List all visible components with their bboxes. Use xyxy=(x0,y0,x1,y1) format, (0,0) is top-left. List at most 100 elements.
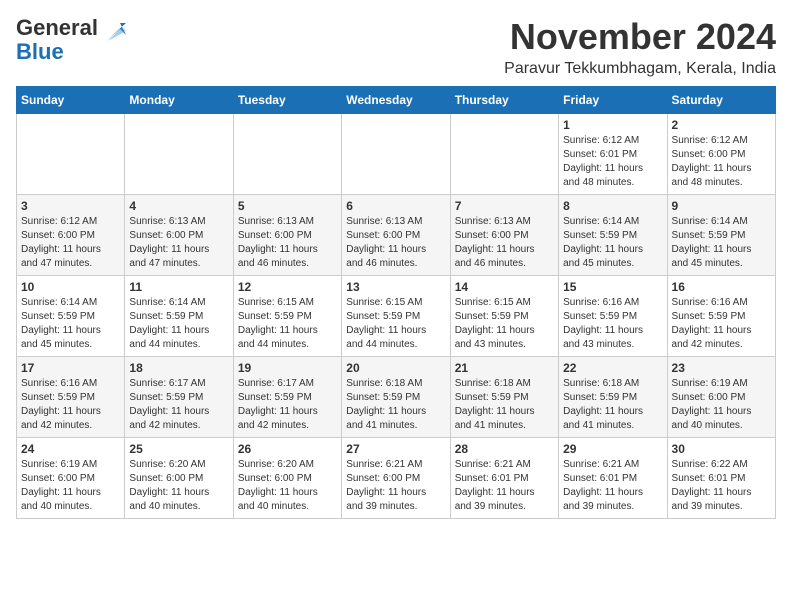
day-number: 17 xyxy=(21,361,120,375)
calendar-cell: 26Sunrise: 6:20 AM Sunset: 6:00 PM Dayli… xyxy=(233,438,341,519)
calendar-cell: 18 Sunrise: 6:17 AM Sunset: 5:59 PM Dayli… xyxy=(125,357,233,438)
day-number: 20 xyxy=(346,361,445,375)
day-number: 16 xyxy=(672,280,771,294)
day-info: Sunrise: 6:19 AM Sunset: 6:00 PM Dayligh… xyxy=(21,458,120,514)
weekday-header-friday: Friday xyxy=(559,87,667,114)
calendar-cell: 22 Sunrise: 6:18 AM Sunset: 5:59 PM Dayli… xyxy=(559,357,667,438)
day-info: Sunrise: 6:15 AM Sunset: 5:59 PM Dayligh… xyxy=(238,296,337,352)
day-info: Sunrise: 6:12 AM Sunset: 6:01 PM Dayligh… xyxy=(563,134,662,190)
day-info: Sunrise: 6:22 AM Sunset: 6:01 PM Dayligh… xyxy=(672,458,771,514)
day-info: Sunrise: 6:18 AM Sunset: 5:59 PM Dayligh… xyxy=(455,377,554,433)
calendar-cell: 15 Sunrise: 6:16 AM Sunset: 5:59 PM Dayli… xyxy=(559,276,667,357)
day-number: 13 xyxy=(346,280,445,294)
day-info: Sunrise: 6:17 AM Sunset: 5:59 PM Dayligh… xyxy=(129,377,228,433)
day-number: 30 xyxy=(672,442,771,456)
day-info: Sunrise: 6:15 AM Sunset: 5:59 PM Dayligh… xyxy=(455,296,554,352)
location-title: Paravur Tekkumbhagam, Kerala, India xyxy=(504,60,776,78)
day-info: Sunrise: 6:21 AM Sunset: 6:01 PM Dayligh… xyxy=(455,458,554,514)
day-number: 4 xyxy=(129,199,228,213)
calendar-cell: 17 Sunrise: 6:16 AM Sunset: 5:59 PM Dayli… xyxy=(17,357,125,438)
calendar-cell: 2 Sunrise: 6:12 AM Sunset: 6:00 PM Daylig… xyxy=(667,114,775,195)
day-info: Sunrise: 6:13 AM Sunset: 6:00 PM Dayligh… xyxy=(455,215,554,271)
calendar-cell: 5 Sunrise: 6:13 AM Sunset: 6:00 PM Daylig… xyxy=(233,195,341,276)
day-info: Sunrise: 6:17 AM Sunset: 5:59 PM Dayligh… xyxy=(238,377,337,433)
calendar-cell: 16Sunrise: 6:16 AM Sunset: 5:59 PM Dayli… xyxy=(667,276,775,357)
month-title: November 2024 xyxy=(504,16,776,58)
calendar-cell: 28 Sunrise: 6:21 AM Sunset: 6:01 PM Dayli… xyxy=(450,438,558,519)
calendar-cell: 8 Sunrise: 6:14 AM Sunset: 5:59 PM Daylig… xyxy=(559,195,667,276)
calendar-cell: 19 Sunrise: 6:17 AM Sunset: 5:59 PM Dayli… xyxy=(233,357,341,438)
day-number: 27 xyxy=(346,442,445,456)
day-info: Sunrise: 6:14 AM Sunset: 5:59 PM Dayligh… xyxy=(21,296,120,352)
calendar-cell: 3 Sunrise: 6:12 AM Sunset: 6:00 PM Daylig… xyxy=(17,195,125,276)
day-info: Sunrise: 6:13 AM Sunset: 6:00 PM Dayligh… xyxy=(346,215,445,271)
day-number: 10 xyxy=(21,280,120,294)
calendar-cell: 9 Sunrise: 6:14 AM Sunset: 5:59 PM Daylig… xyxy=(667,195,775,276)
day-number: 1 xyxy=(563,118,662,132)
calendar-table: SundayMondayTuesdayWednesdayThursdayFrid… xyxy=(16,86,776,519)
day-info: Sunrise: 6:18 AM Sunset: 5:59 PM Dayligh… xyxy=(346,377,445,433)
calendar-cell: 30 Sunrise: 6:22 AM Sunset: 6:01 PM Dayli… xyxy=(667,438,775,519)
day-info: Sunrise: 6:12 AM Sunset: 6:00 PM Dayligh… xyxy=(21,215,120,271)
day-number: 25 xyxy=(129,442,228,456)
weekday-header-sunday: Sunday xyxy=(17,87,125,114)
day-number: 21 xyxy=(455,361,554,375)
title-area: November 2024 Paravur Tekkumbhagam, Kera… xyxy=(504,16,776,78)
calendar-cell xyxy=(342,114,450,195)
day-info: Sunrise: 6:16 AM Sunset: 5:59 PM Dayligh… xyxy=(21,377,120,433)
day-info: Sunrise: 6:12 AM Sunset: 6:00 PM Dayligh… xyxy=(672,134,771,190)
day-info: Sunrise: 6:16 AM Sunset: 5:59 PM Dayligh… xyxy=(563,296,662,352)
day-info: Sunrise: 6:20 AM Sunset: 6:00 PM Dayligh… xyxy=(129,458,228,514)
calendar-cell: 12 Sunrise: 6:15 AM Sunset: 5:59 PM Dayli… xyxy=(233,276,341,357)
day-number: 7 xyxy=(455,199,554,213)
calendar-cell xyxy=(17,114,125,195)
calendar-cell: 11 Sunrise: 6:14 AM Sunset: 5:59 PM Dayli… xyxy=(125,276,233,357)
calendar-cell: 13 Sunrise: 6:15 AM Sunset: 5:59 PM Dayli… xyxy=(342,276,450,357)
day-number: 14 xyxy=(455,280,554,294)
weekday-header-tuesday: Tuesday xyxy=(233,87,341,114)
day-info: Sunrise: 6:15 AM Sunset: 5:59 PM Dayligh… xyxy=(346,296,445,352)
calendar-cell xyxy=(233,114,341,195)
weekday-header-wednesday: Wednesday xyxy=(342,87,450,114)
day-info: Sunrise: 6:19 AM Sunset: 6:00 PM Dayligh… xyxy=(672,377,771,433)
day-info: Sunrise: 6:14 AM Sunset: 5:59 PM Dayligh… xyxy=(672,215,771,271)
day-number: 8 xyxy=(563,199,662,213)
day-number: 2 xyxy=(672,118,771,132)
day-info: Sunrise: 6:21 AM Sunset: 6:00 PM Dayligh… xyxy=(346,458,445,514)
logo: GeneralBlue xyxy=(16,16,128,64)
day-number: 26 xyxy=(238,442,337,456)
weekday-header-thursday: Thursday xyxy=(450,87,558,114)
day-number: 9 xyxy=(672,199,771,213)
day-number: 29 xyxy=(563,442,662,456)
calendar-cell xyxy=(125,114,233,195)
day-number: 6 xyxy=(346,199,445,213)
calendar-cell: 6 Sunrise: 6:13 AM Sunset: 6:00 PM Daylig… xyxy=(342,195,450,276)
calendar-cell: 1 Sunrise: 6:12 AM Sunset: 6:01 PM Daylig… xyxy=(559,114,667,195)
day-number: 18 xyxy=(129,361,228,375)
day-info: Sunrise: 6:21 AM Sunset: 6:01 PM Dayligh… xyxy=(563,458,662,514)
day-number: 3 xyxy=(21,199,120,213)
day-info: Sunrise: 6:18 AM Sunset: 5:59 PM Dayligh… xyxy=(563,377,662,433)
calendar-cell: 20 Sunrise: 6:18 AM Sunset: 5:59 PM Dayli… xyxy=(342,357,450,438)
day-info: Sunrise: 6:14 AM Sunset: 5:59 PM Dayligh… xyxy=(129,296,228,352)
day-info: Sunrise: 6:14 AM Sunset: 5:59 PM Dayligh… xyxy=(563,215,662,271)
day-number: 11 xyxy=(129,280,228,294)
calendar-cell xyxy=(450,114,558,195)
calendar-cell: 29 Sunrise: 6:21 AM Sunset: 6:01 PM Dayli… xyxy=(559,438,667,519)
weekday-header-monday: Monday xyxy=(125,87,233,114)
day-number: 24 xyxy=(21,442,120,456)
day-number: 5 xyxy=(238,199,337,213)
calendar-cell: 23Sunrise: 6:19 AM Sunset: 6:00 PM Dayli… xyxy=(667,357,775,438)
calendar-cell: 10 Sunrise: 6:14 AM Sunset: 5:59 PM Dayli… xyxy=(17,276,125,357)
day-number: 22 xyxy=(563,361,662,375)
day-number: 19 xyxy=(238,361,337,375)
calendar-cell: 21 Sunrise: 6:18 AM Sunset: 5:59 PM Dayli… xyxy=(450,357,558,438)
calendar-cell: 14 Sunrise: 6:15 AM Sunset: 5:59 PM Dayli… xyxy=(450,276,558,357)
day-number: 28 xyxy=(455,442,554,456)
calendar-cell: 4Sunrise: 6:13 AM Sunset: 6:00 PM Daylig… xyxy=(125,195,233,276)
calendar-cell: 24 Sunrise: 6:19 AM Sunset: 6:00 PM Dayli… xyxy=(17,438,125,519)
calendar-cell: 27 Sunrise: 6:21 AM Sunset: 6:00 PM Dayli… xyxy=(342,438,450,519)
day-info: Sunrise: 6:13 AM Sunset: 6:00 PM Dayligh… xyxy=(238,215,337,271)
day-number: 12 xyxy=(238,280,337,294)
day-number: 15 xyxy=(563,280,662,294)
